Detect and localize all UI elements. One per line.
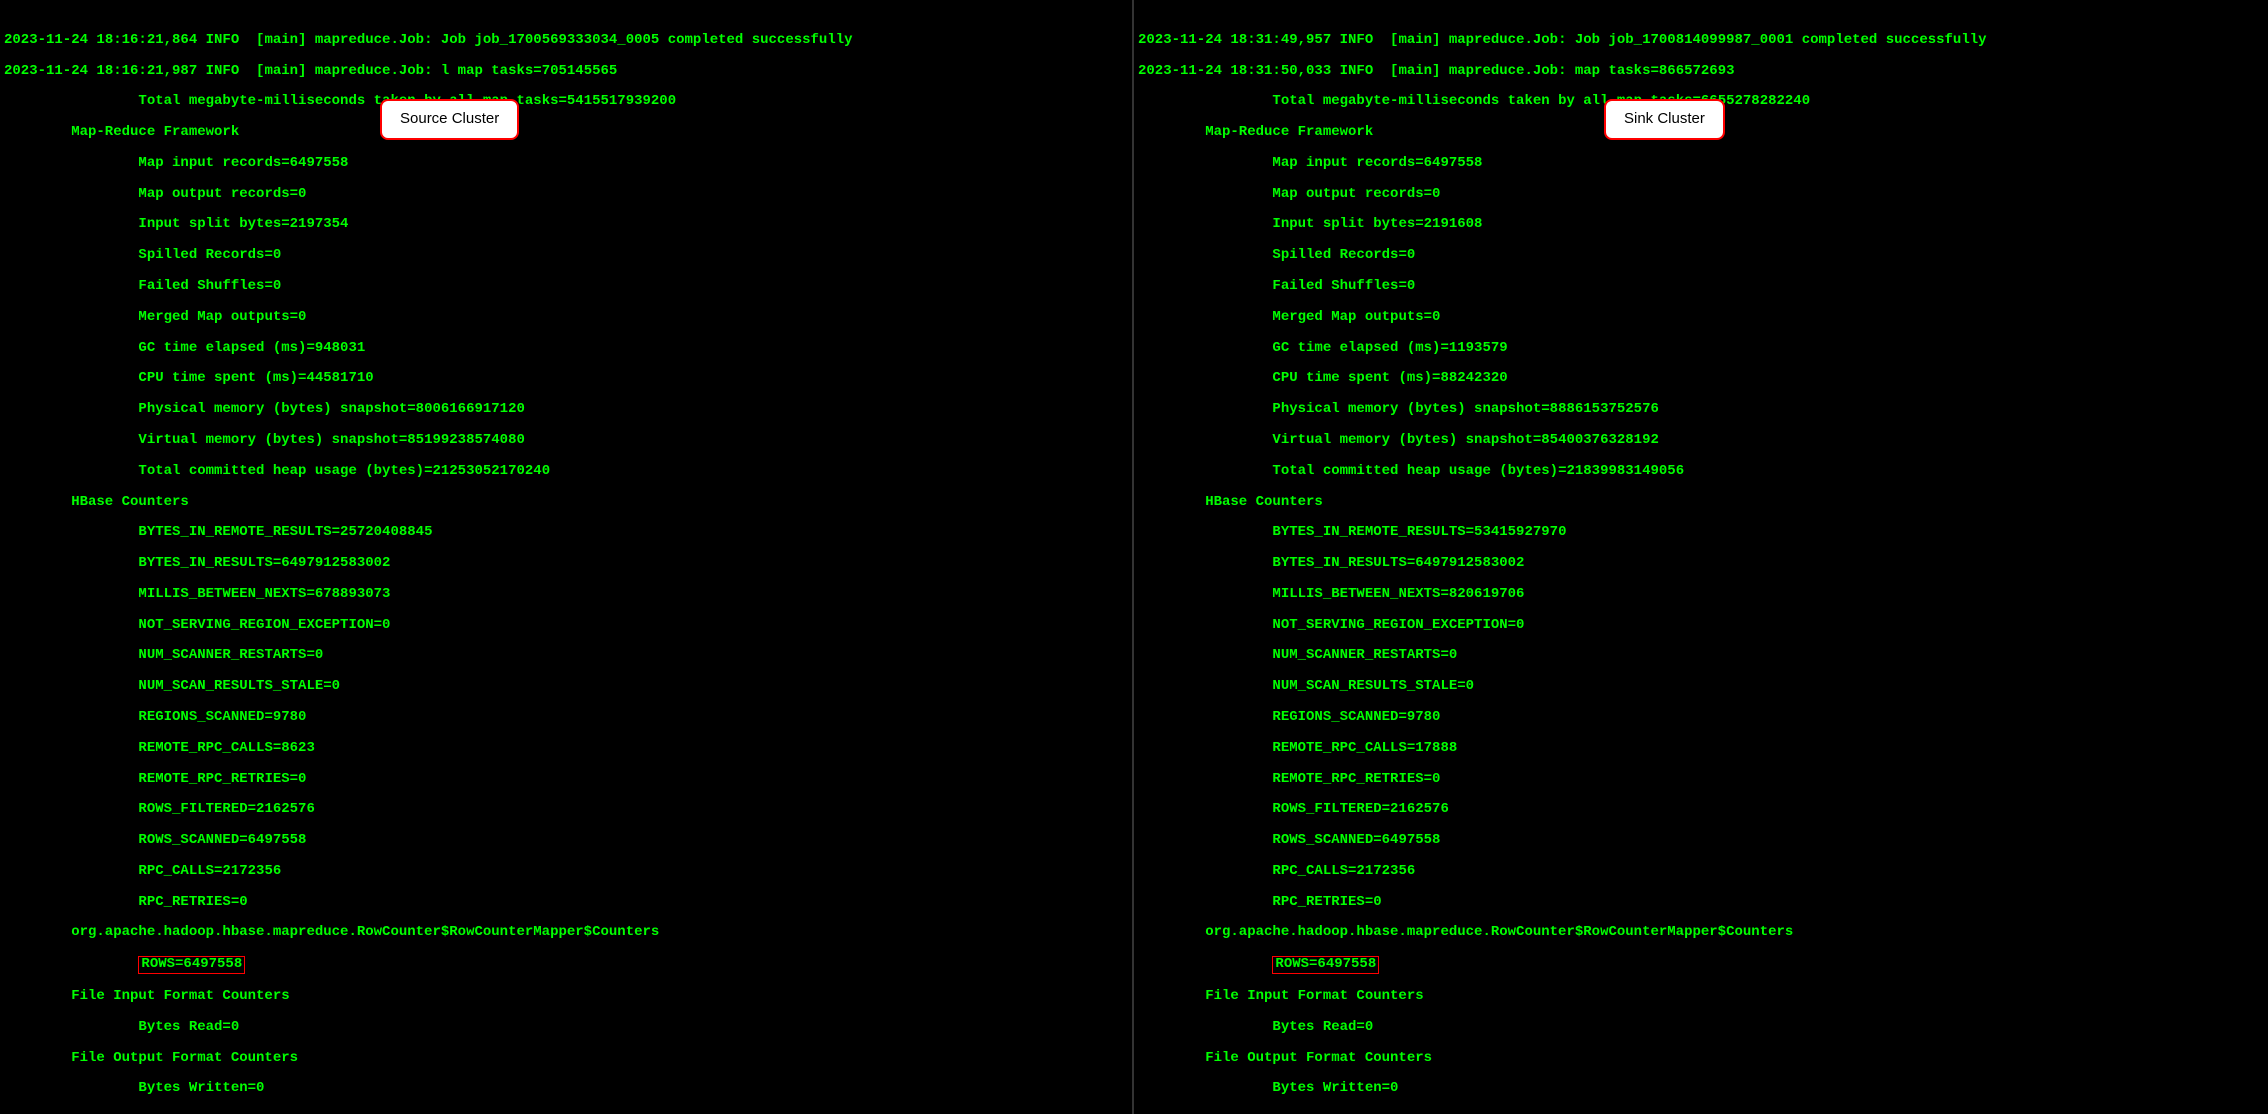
counter-line: NOT_SERVING_REGION_EXCEPTION=0 bbox=[1138, 618, 2264, 633]
counter-line: NUM_SCANNER_RESTARTS=0 bbox=[4, 648, 1128, 663]
counter-line: REMOTE_RPC_CALLS=17888 bbox=[1138, 741, 2264, 756]
rows-count: ROWS=6497558 bbox=[138, 956, 245, 973]
counter-line: Merged Map outputs=0 bbox=[1138, 310, 2264, 325]
counter-line: REMOTE_RPC_RETRIES=0 bbox=[1138, 772, 2264, 787]
counter-line: BYTES_IN_REMOTE_RESULTS=25720408845 bbox=[4, 525, 1128, 540]
counter-line: BYTES_IN_REMOTE_RESULTS=53415927970 bbox=[1138, 525, 2264, 540]
source-cluster-badge: Source Cluster bbox=[380, 99, 519, 140]
counter-line: CPU time spent (ms)=88242320 bbox=[1138, 371, 2264, 386]
counter-line: ROWS_SCANNED=6497558 bbox=[4, 833, 1128, 848]
counter-line: Failed Shuffles=0 bbox=[1138, 279, 2264, 294]
section-header: File Input Format Counters bbox=[4, 989, 1128, 1004]
counter-line: Spilled Records=0 bbox=[1138, 248, 2264, 263]
counter-line: BYTES_IN_RESULTS=6497912583002 bbox=[4, 556, 1128, 571]
counter-line: NOT_SERVING_REGION_EXCEPTION=0 bbox=[4, 618, 1128, 633]
counter-line: ROWS_FILTERED=2162576 bbox=[1138, 802, 2264, 817]
log-line: 2023-11-24 18:31:49,957 INFO [main] mapr… bbox=[1138, 33, 2264, 48]
counter-line: Map input records=6497558 bbox=[1138, 156, 2264, 171]
counter-line: Map output records=0 bbox=[4, 187, 1128, 202]
counter-line: RPC_CALLS=2172356 bbox=[4, 864, 1128, 879]
counter-line: Merged Map outputs=0 bbox=[4, 310, 1128, 325]
section-header: File Output Format Counters bbox=[4, 1051, 1128, 1066]
log-line: 2023-11-24 18:16:21,864 INFO [main] mapr… bbox=[4, 33, 1128, 48]
counter-line: BYTES_IN_RESULTS=6497912583002 bbox=[1138, 556, 2264, 571]
counter-line: Bytes Read=0 bbox=[1138, 1020, 2264, 1035]
counter-line: GC time elapsed (ms)=948031 bbox=[4, 341, 1128, 356]
section-header: org.apache.hadoop.hbase.mapreduce.RowCou… bbox=[1138, 925, 2264, 940]
section-header: File Input Format Counters bbox=[1138, 989, 2264, 1004]
counter-line: ROWS_FILTERED=2162576 bbox=[4, 802, 1128, 817]
counter-line: Total committed heap usage (bytes)=21253… bbox=[4, 464, 1128, 479]
sink-terminal: Sink Cluster 2023-11-24 18:31:49,957 INF… bbox=[1134, 0, 2268, 1114]
rows-count-wrapper: ROWS=6497558 bbox=[1138, 956, 2264, 973]
counter-line: REMOTE_RPC_RETRIES=0 bbox=[4, 772, 1128, 787]
counter-line: GC time elapsed (ms)=1193579 bbox=[1138, 341, 2264, 356]
counter-line: RPC_RETRIES=0 bbox=[1138, 895, 2264, 910]
counter-line: Map output records=0 bbox=[1138, 187, 2264, 202]
counter-line: Bytes Written=0 bbox=[4, 1081, 1128, 1096]
log-line: 2023-11-24 18:16:21,987 INFO [main] mapr… bbox=[4, 64, 1128, 79]
rows-count: ROWS=6497558 bbox=[1272, 956, 1379, 973]
counter-line: Spilled Records=0 bbox=[4, 248, 1128, 263]
counter-line: MILLIS_BETWEEN_NEXTS=820619706 bbox=[1138, 587, 2264, 602]
counter-line: MILLIS_BETWEEN_NEXTS=678893073 bbox=[4, 587, 1128, 602]
counter-line: REMOTE_RPC_CALLS=8623 bbox=[4, 741, 1128, 756]
counter-line: NUM_SCANNER_RESTARTS=0 bbox=[1138, 648, 2264, 663]
counter-line: CPU time spent (ms)=44581710 bbox=[4, 371, 1128, 386]
counter-line: RPC_CALLS=2172356 bbox=[1138, 864, 2264, 879]
counter-line: Input split bytes=2197354 bbox=[4, 217, 1128, 232]
counter-line: Total megabyte-milliseconds taken by all… bbox=[4, 94, 1128, 109]
counter-line: Input split bytes=2191608 bbox=[1138, 217, 2264, 232]
counter-line: Bytes Read=0 bbox=[4, 1020, 1128, 1035]
counter-line: NUM_SCAN_RESULTS_STALE=0 bbox=[4, 679, 1128, 694]
counter-line: ROWS_SCANNED=6497558 bbox=[1138, 833, 2264, 848]
section-header: HBase Counters bbox=[1138, 495, 2264, 510]
counter-line: Bytes Written=0 bbox=[1138, 1081, 2264, 1096]
section-header: Map-Reduce Framework bbox=[4, 125, 1128, 140]
counter-line: REGIONS_SCANNED=9780 bbox=[1138, 710, 2264, 725]
section-header: org.apache.hadoop.hbase.mapreduce.RowCou… bbox=[4, 925, 1128, 940]
counter-line: NUM_SCAN_RESULTS_STALE=0 bbox=[1138, 679, 2264, 694]
counter-line: Failed Shuffles=0 bbox=[4, 279, 1128, 294]
section-header: File Output Format Counters bbox=[1138, 1051, 2264, 1066]
counter-line: REGIONS_SCANNED=9780 bbox=[4, 710, 1128, 725]
counter-line: RPC_RETRIES=0 bbox=[4, 895, 1128, 910]
counter-line: Total committed heap usage (bytes)=21839… bbox=[1138, 464, 2264, 479]
counter-line: Map input records=6497558 bbox=[4, 156, 1128, 171]
log-line: 2023-11-24 18:31:50,033 INFO [main] mapr… bbox=[1138, 64, 2264, 79]
source-terminal: Source Cluster 2023-11-24 18:16:21,864 I… bbox=[0, 0, 1134, 1114]
counter-line: Physical memory (bytes) snapshot=8886153… bbox=[1138, 402, 2264, 417]
rows-count-wrapper: ROWS=6497558 bbox=[4, 956, 1128, 973]
counter-line: Virtual memory (bytes) snapshot=85199238… bbox=[4, 433, 1128, 448]
counter-line: Virtual memory (bytes) snapshot=85400376… bbox=[1138, 433, 2264, 448]
counter-line: Physical memory (bytes) snapshot=8006166… bbox=[4, 402, 1128, 417]
sink-cluster-badge: Sink Cluster bbox=[1604, 99, 1725, 140]
section-header: HBase Counters bbox=[4, 495, 1128, 510]
